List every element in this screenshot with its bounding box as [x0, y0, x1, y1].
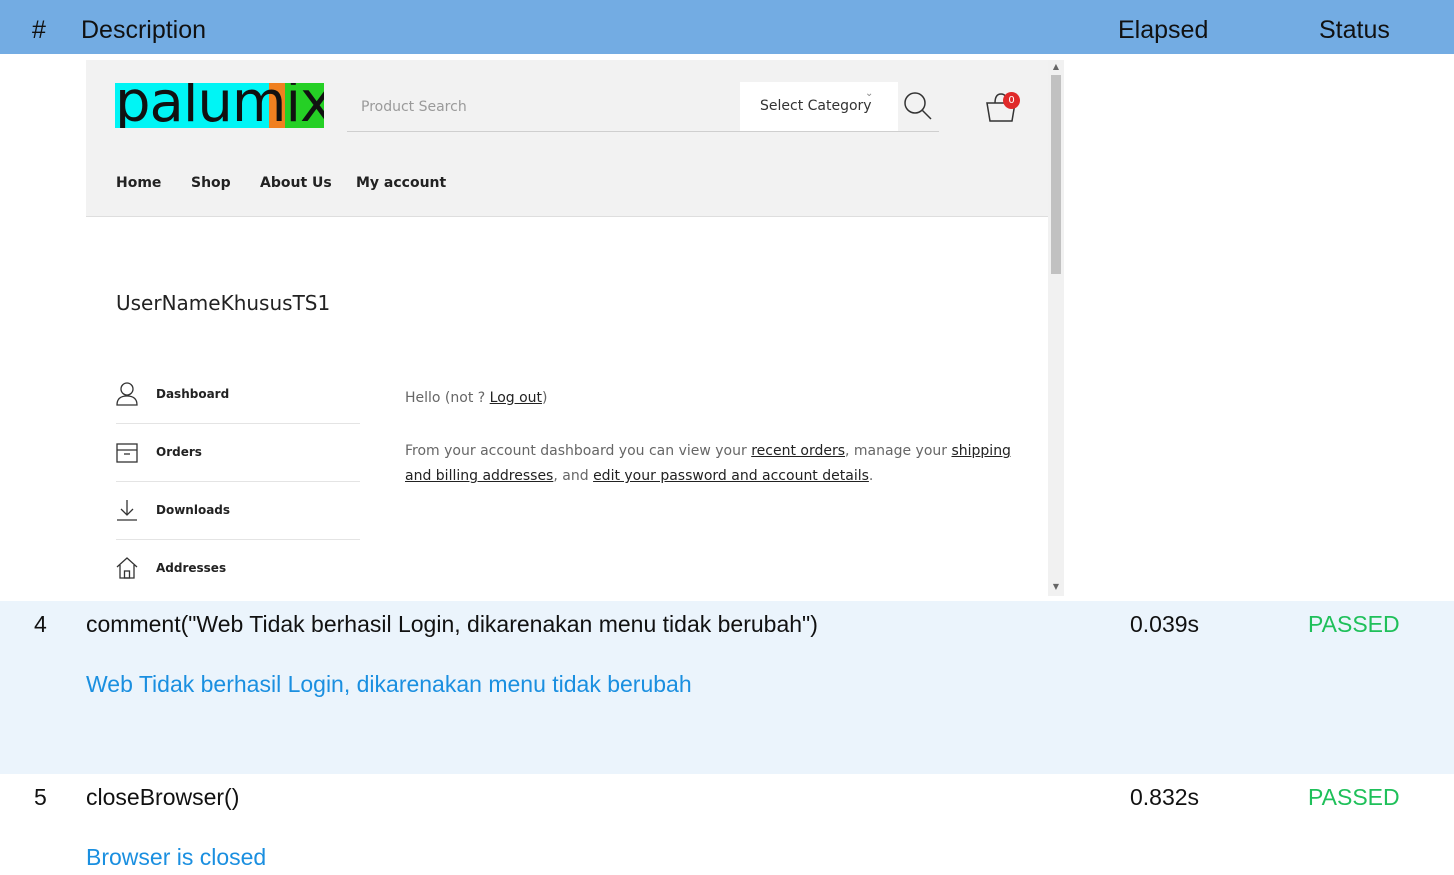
nav-home[interactable]: Home [116, 175, 161, 191]
scrollbar-thumb[interactable] [1051, 75, 1061, 274]
report-row: 4 comment("Web Tidak berhasil Login, dik… [0, 601, 1454, 774]
account-nav-label: Addresses [156, 561, 227, 575]
account-details-link[interactable]: edit your password and account details [593, 468, 869, 484]
product-search-input[interactable] [347, 82, 741, 131]
logout-link[interactable]: Log out [490, 390, 542, 406]
row-elapsed: 0.039s [1130, 611, 1200, 637]
row-description: comment("Web Tidak berhasil Login, dikar… [86, 611, 818, 637]
nav-shop[interactable]: Shop [191, 175, 231, 191]
row-message: Web Tidak berhasil Login, dikarenakan me… [86, 671, 692, 697]
row-num: 5 [34, 784, 47, 810]
cart-count-badge: 0 [1003, 92, 1020, 109]
row-status: PASSED [1308, 611, 1400, 637]
search-button[interactable] [902, 90, 934, 122]
scroll-down-arrow-icon[interactable]: ▼ [1048, 582, 1064, 591]
category-select-label: Select Category [760, 98, 872, 114]
row-description: closeBrowser() [86, 784, 240, 810]
cart-button[interactable]: 0 [984, 90, 1026, 124]
logo-text: palumix [115, 83, 324, 128]
product-search-bar: Select Category ⌄ [347, 82, 939, 132]
download-icon [117, 500, 137, 521]
account-username: UserNameKhususTS1 [116, 291, 331, 315]
nav-about-us[interactable]: About Us [260, 175, 332, 191]
account-nav-downloads[interactable]: Downloads [116, 482, 360, 540]
site-logo[interactable]: palumix [115, 83, 324, 128]
recent-orders-link[interactable]: recent orders [751, 443, 845, 459]
row-num: 4 [34, 611, 47, 637]
account-nav-label: Downloads [156, 503, 231, 517]
search-icon [904, 92, 932, 120]
row-message: Browser is closed [86, 844, 267, 870]
header-elapsed: Elapsed [1118, 16, 1209, 44]
dash-text: , and [553, 468, 594, 484]
category-select[interactable]: Select Category ⌄ [740, 82, 898, 131]
scroll-up-arrow-icon[interactable]: ▲ [1048, 62, 1064, 71]
dash-text: , manage your [845, 443, 952, 459]
dash-text: From your account dashboard you can view… [405, 443, 752, 459]
report-row: 5 closeBrowser() 0.832s PASSED Browser i… [0, 774, 1454, 875]
site-header: palumix Select Category ⌄ 0 Home [86, 60, 1048, 217]
user-icon [116, 382, 138, 406]
account-nav-orders[interactable]: Orders [116, 424, 360, 482]
account-nav-label: Orders [156, 445, 202, 459]
hello-text: Hello (not ? Log out) [405, 386, 548, 411]
home-icon [116, 557, 138, 579]
account-nav-label: Dashboard [156, 387, 230, 401]
row-status: PASSED [1308, 784, 1400, 810]
account-nav-addresses[interactable]: Addresses [116, 540, 360, 596]
header-num: # [32, 16, 46, 44]
step-screenshot: palumix Select Category ⌄ 0 Home [86, 60, 1064, 596]
hello-suffix: ) [542, 390, 548, 406]
row-elapsed: 0.832s [1130, 784, 1200, 810]
nav-my-account[interactable]: My account [356, 175, 446, 191]
screenshot-scrollbar[interactable]: ▲ ▼ [1048, 60, 1064, 596]
header-status: Status [1319, 16, 1390, 44]
chevron-down-icon: ⌄ [865, 88, 874, 99]
dashboard-description: From your account dashboard you can view… [405, 439, 1015, 489]
box-icon [116, 443, 138, 463]
account-nav-dashboard[interactable]: Dashboard [116, 366, 360, 424]
hello-prefix: Hello (not ? [405, 390, 490, 406]
header-description: Description [81, 16, 207, 44]
dash-text: . [868, 468, 874, 484]
report-header: # Description Elapsed Status [0, 0, 1454, 54]
